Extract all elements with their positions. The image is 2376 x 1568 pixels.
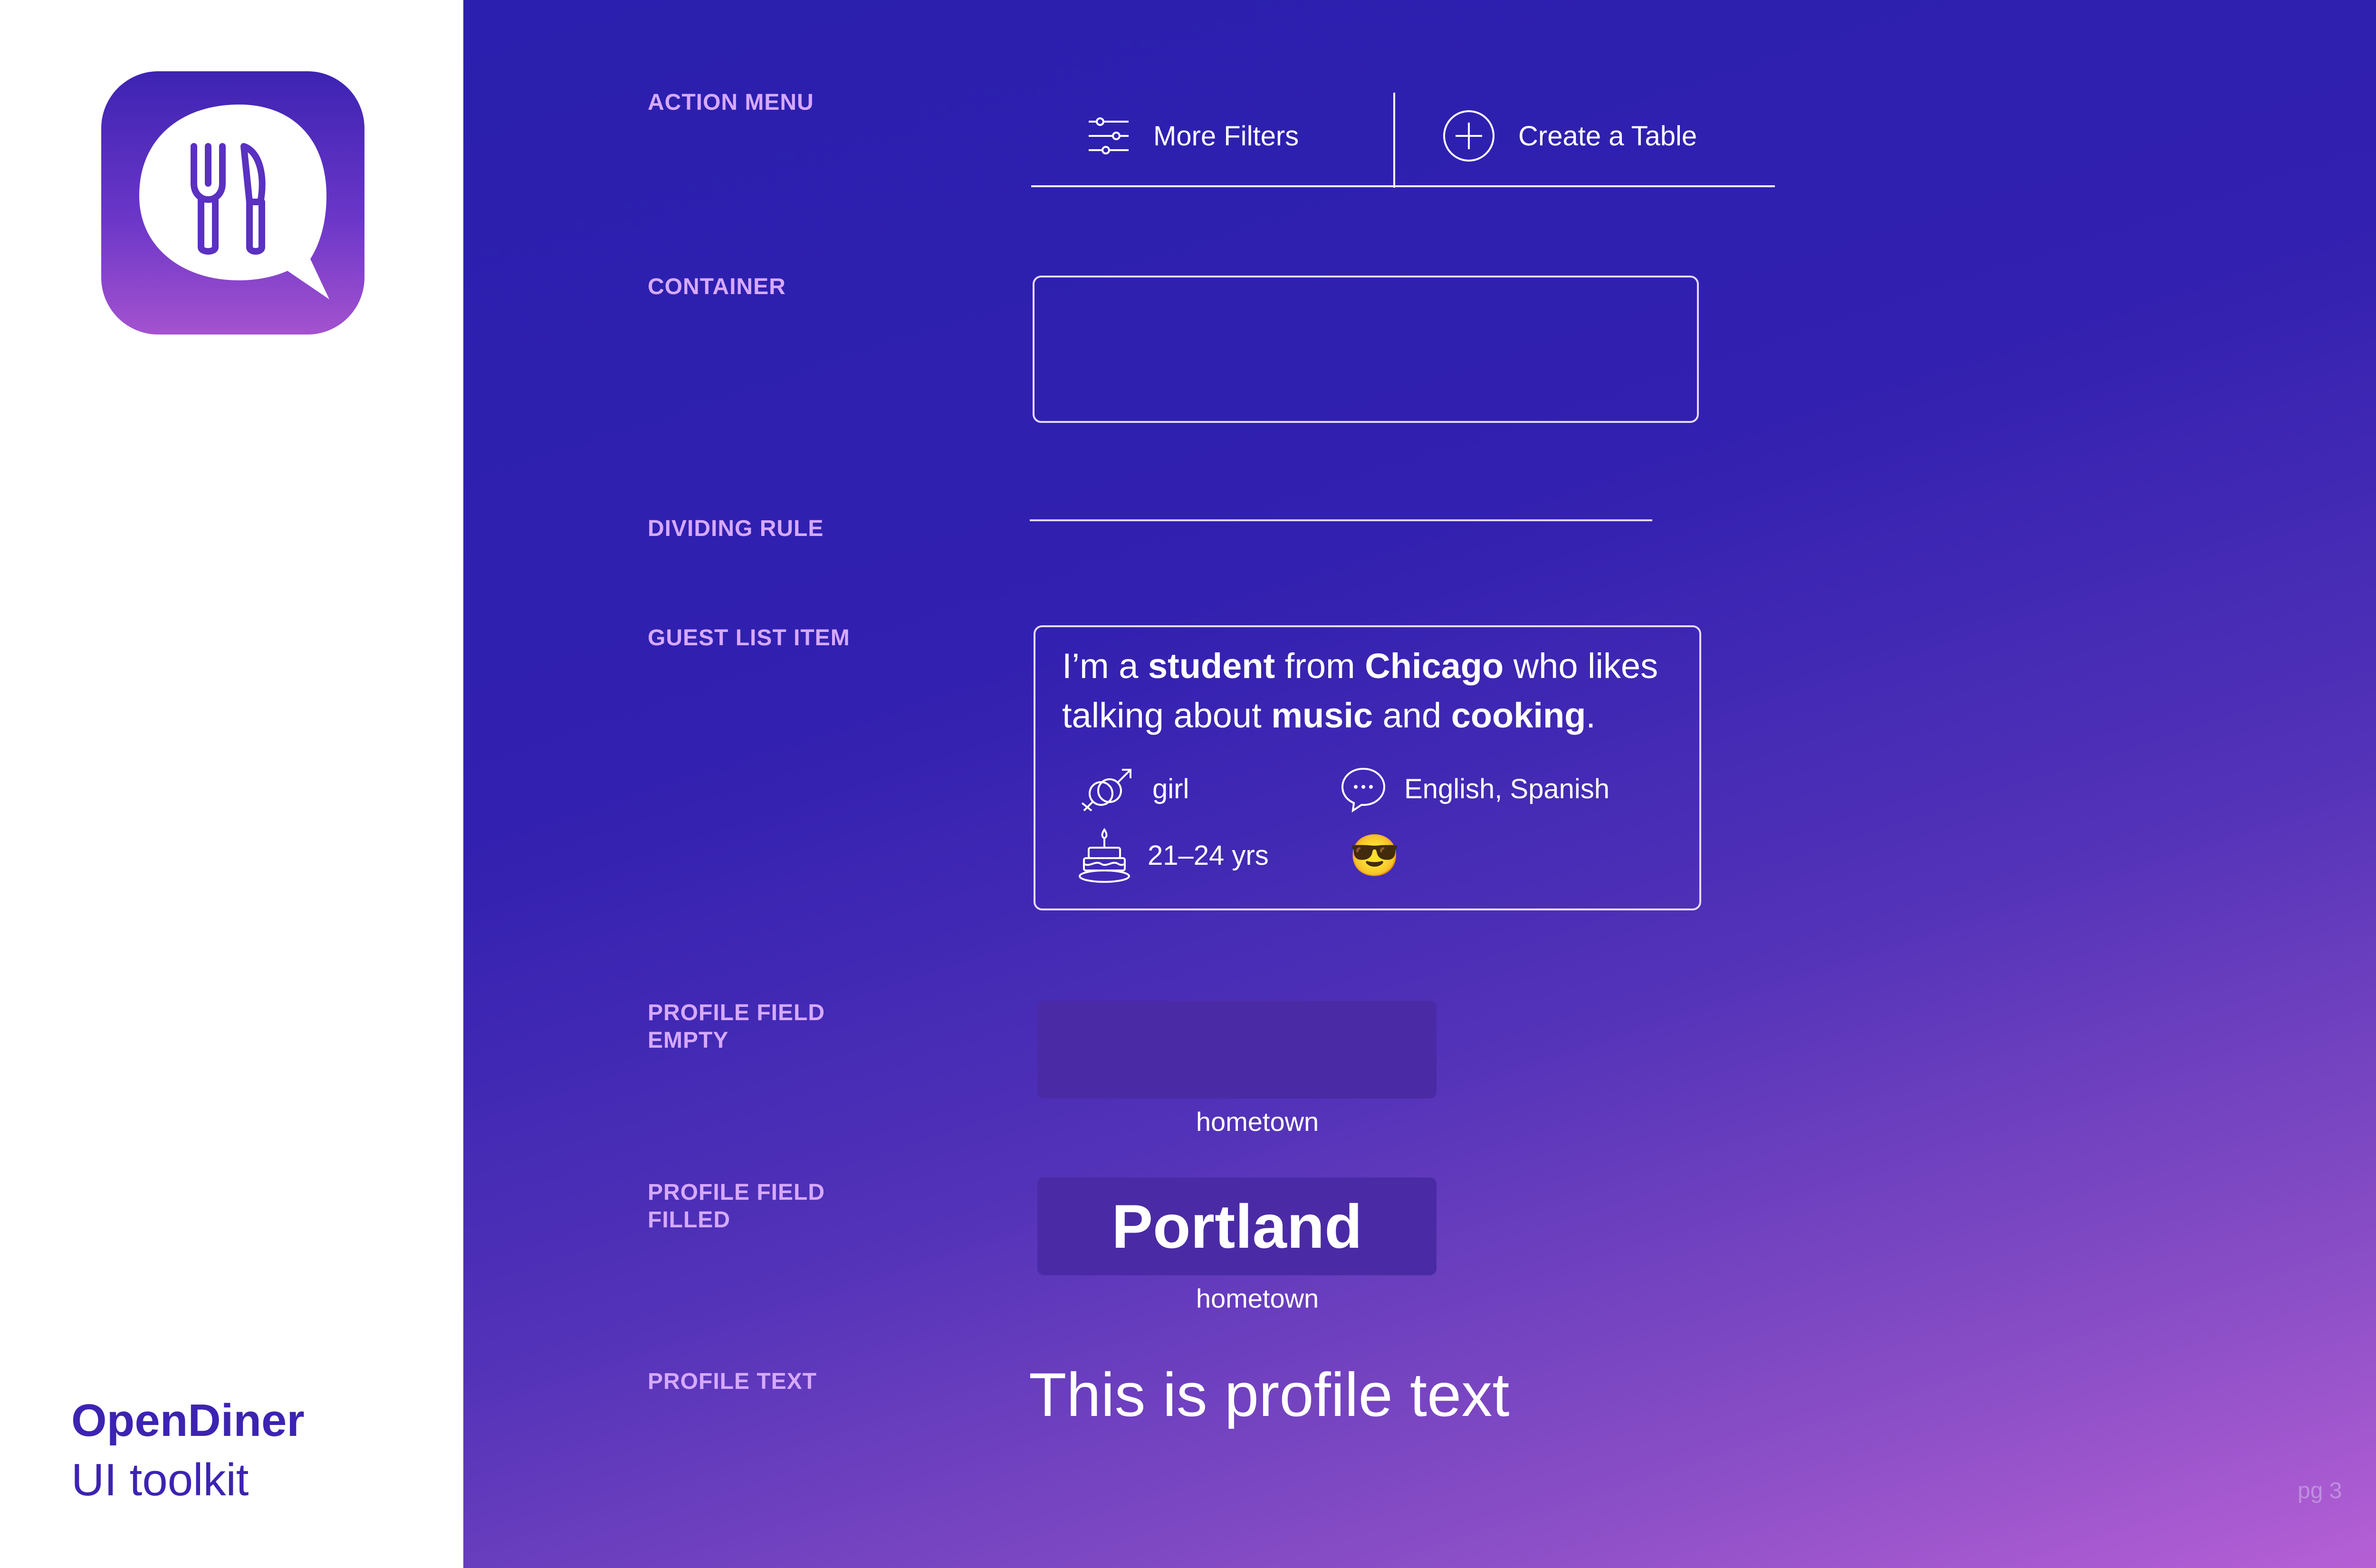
action-menu-underline: [1031, 185, 1775, 187]
dividing-rule: [1030, 519, 1652, 521]
profile-field-filled-value: Portland: [1111, 1192, 1362, 1261]
label-container: CONTAINER: [648, 274, 786, 299]
guest-age: 21–24 yrs: [1078, 827, 1269, 884]
profile-field-filled[interactable]: Portland: [1037, 1177, 1437, 1275]
label-dividing-rule: DIVIDING RULE: [648, 516, 824, 541]
birthday-cake-icon: [1079, 828, 1130, 883]
guest-mood: 😎: [1349, 832, 1400, 880]
label-profile-field-empty-2: EMPTY: [648, 1028, 729, 1053]
guest-description: I’m a student from Chicago who likes tal…: [1062, 646, 1658, 735]
plus-circle-icon: [1443, 110, 1495, 162]
create-table-button[interactable]: Create a Table: [1442, 107, 1697, 164]
more-filters-button[interactable]: More Filters: [1087, 107, 1299, 164]
sidebar: OpenDiner UI toolkit: [0, 0, 463, 1568]
label-guest-list-item: GUEST LIST ITEM: [648, 625, 850, 650]
more-filters-label: More Filters: [1153, 120, 1299, 152]
guest-gender-value: girl: [1152, 773, 1189, 804]
profile-field-filled-caption: hometown: [1196, 1283, 1319, 1313]
brand-subtitle: UI toolkit: [71, 1454, 249, 1505]
label-profile-text: PROFILE TEXT: [648, 1369, 817, 1394]
brand-name: OpenDiner: [71, 1395, 305, 1446]
container-box: [1033, 276, 1699, 423]
app-logo: [101, 71, 364, 335]
guest-list-item[interactable]: I’m a student from Chicago who likes tal…: [1034, 625, 1701, 910]
guest-age-value: 21–24 yrs: [1148, 840, 1269, 871]
label-profile-field-empty-1: PROFILE FIELD: [648, 1000, 825, 1025]
label-action-menu: ACTION MENU: [648, 90, 814, 115]
gender-icon: [1081, 769, 1131, 812]
guest-languages: English, Spanish: [1340, 765, 1610, 813]
action-menu-separator: [1393, 93, 1395, 188]
profile-field-empty[interactable]: [1037, 1001, 1437, 1099]
label-profile-field-filled-1: PROFILE FIELD: [648, 1180, 825, 1205]
guest-languages-value: English, Spanish: [1404, 773, 1610, 804]
create-table-label: Create a Table: [1518, 120, 1697, 152]
sliders-icon: [1089, 117, 1129, 154]
speech-bubble-icon: [1341, 767, 1386, 813]
label-profile-field-filled-2: FILLED: [648, 1207, 730, 1233]
profile-text: This is profile text: [1029, 1360, 1510, 1429]
toolkit-canvas: ACTION MENU More Filters Create a Table …: [463, 0, 2376, 1568]
guest-gender: girl: [1078, 765, 1189, 813]
sunglasses-emoji-icon: 😎: [1349, 833, 1400, 879]
profile-field-empty-caption: hometown: [1196, 1107, 1319, 1137]
page-number: pg 3: [2298, 1478, 2342, 1503]
fork-knife-icon: [139, 105, 329, 299]
